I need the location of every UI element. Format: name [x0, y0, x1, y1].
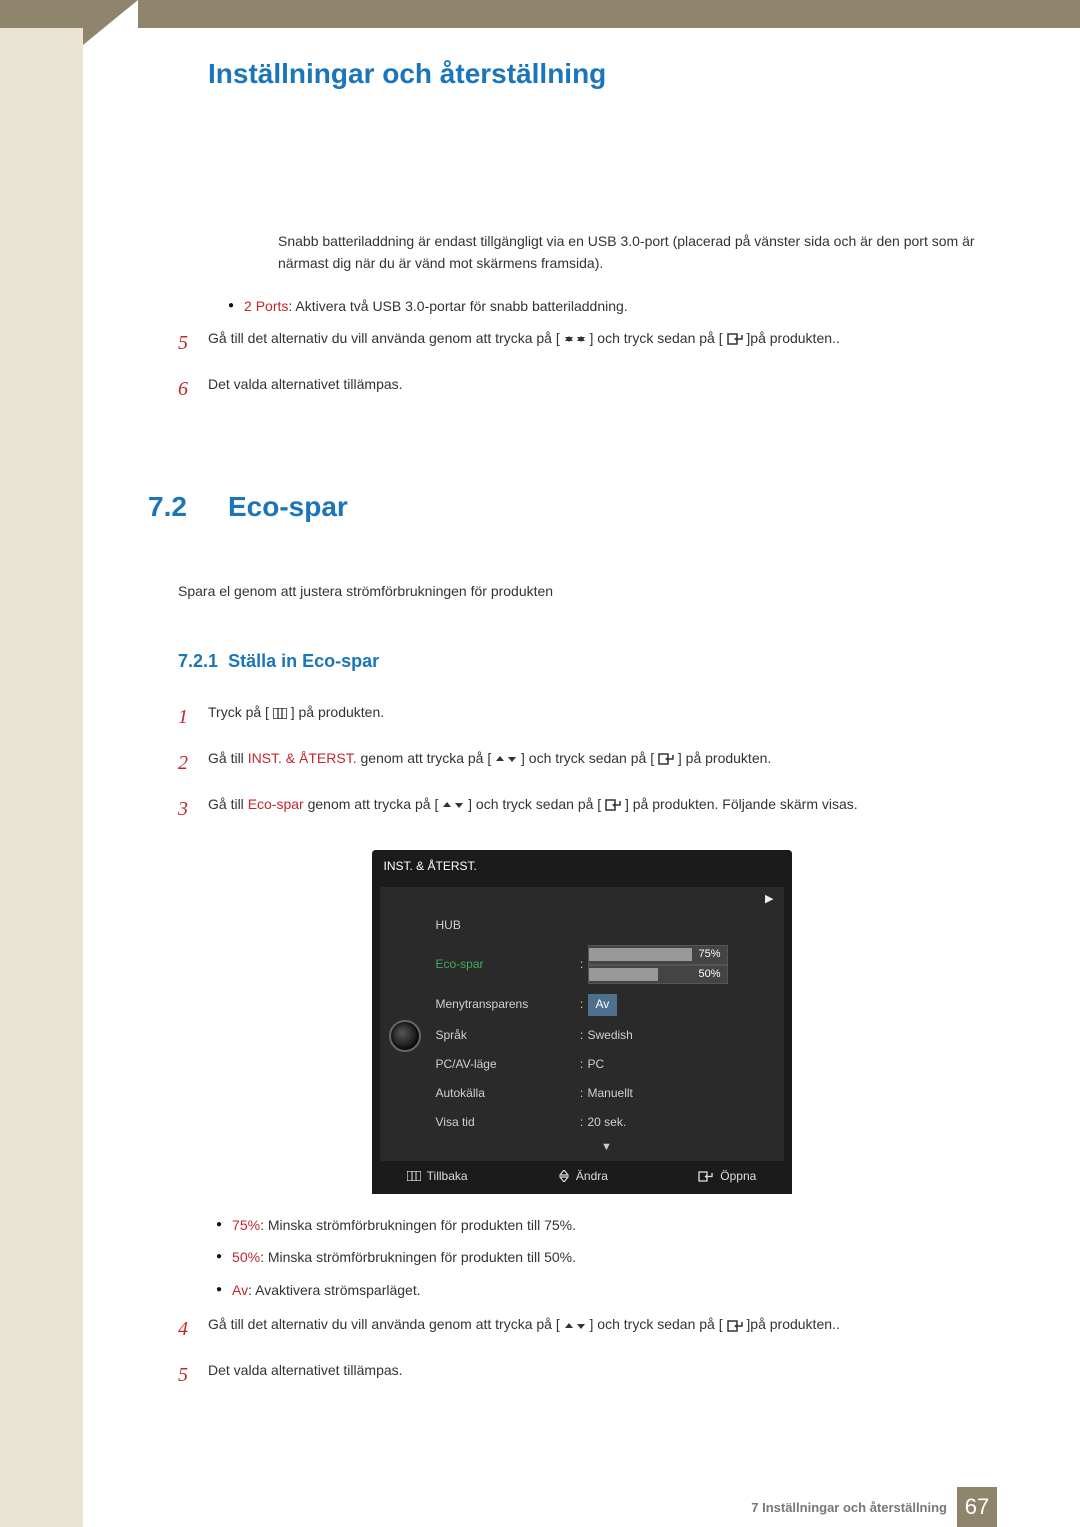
osd-item-hub[interactable]: HUB — [430, 911, 784, 940]
bullet-av: ● Av: Avaktivera strömsparläget. — [216, 1279, 985, 1301]
step-4: 4 Gå till det alternativ du vill använda… — [178, 1313, 985, 1345]
footer: 7 Inställningar och återställning 67 — [0, 1487, 1080, 1527]
menu-icon — [273, 708, 287, 719]
note-text: Snabb batteriladdning är endast tillgäng… — [278, 230, 985, 275]
up-down-icon — [564, 333, 586, 345]
osd-knob-icon — [380, 911, 430, 1161]
updown-icon — [558, 1170, 570, 1182]
section-title: Eco-spar — [228, 485, 348, 530]
step-5b: 5 Det valda alternativet tillämpas. — [178, 1359, 985, 1391]
step-number: 5 — [178, 1359, 208, 1391]
osd-item-pcav[interactable]: PC/AV-läge : PC — [430, 1050, 784, 1079]
bullet-75: ● 75%: Minska strömförbrukningen för pro… — [216, 1214, 985, 1236]
bullet-text: : Aktivera två USB 3.0-portar för snabb … — [288, 298, 627, 314]
bullet-label: 2 Ports — [244, 298, 288, 314]
bullet-2ports: ● 2 Ports: Aktivera två USB 3.0-portar f… — [228, 295, 985, 317]
step-6: 6 Det valda alternativet tillämpas. — [178, 373, 985, 405]
enter-icon — [727, 333, 743, 345]
enter-icon — [698, 1171, 714, 1182]
enter-icon — [658, 753, 674, 765]
bullet-dot-icon: ● — [228, 295, 234, 317]
chapter-tab — [83, 0, 138, 45]
osd-foot-change[interactable]: Ändra — [558, 1167, 608, 1186]
osd-foot-open[interactable]: Öppna — [698, 1167, 756, 1186]
step-number: 2 — [178, 747, 208, 779]
osd-item-autokalla[interactable]: Autokälla : Manuellt — [430, 1079, 784, 1108]
left-margin — [0, 28, 83, 1527]
osd-item-sprak[interactable]: Språk : Swedish — [430, 1021, 784, 1050]
osd-down-arrow-icon: ▼ — [430, 1137, 784, 1161]
osd-right-arrow-icon: ▶ — [380, 887, 784, 911]
bullet-dot-icon: ● — [216, 1246, 222, 1268]
up-down-icon — [495, 753, 517, 765]
osd-title: INST. & ÅTERST. — [372, 850, 792, 883]
enter-icon — [727, 1320, 743, 1332]
step-5: 5 Gå till det alternativ du vill använda… — [178, 327, 985, 359]
step-1: 1 Tryck på [ ] på produkten. — [178, 701, 985, 733]
section-intro: Spara el genom att justera strömförbrukn… — [178, 580, 985, 602]
up-down-icon — [564, 1320, 586, 1332]
osd-panel: INST. & ÅTERST. ▶ HUB Eco-spar : — [372, 850, 792, 1194]
footer-label: 7 Inställningar och återställning — [751, 1500, 947, 1515]
step-2: 2 Gå till INST. & ÅTERST. genom att tryc… — [178, 747, 985, 779]
bullet-50: ● 50%: Minska strömförbrukningen för pro… — [216, 1246, 985, 1268]
page-title: Inställningar och återställning — [208, 58, 985, 90]
section-heading: 7.2 Eco-spar — [148, 485, 985, 530]
step-number: 4 — [178, 1313, 208, 1345]
subsection-heading: 7.2.1 Ställa in Eco-spar — [178, 647, 985, 676]
step-number: 1 — [178, 701, 208, 733]
step-number: 5 — [178, 327, 208, 359]
up-down-icon — [442, 799, 464, 811]
bullet-dot-icon: ● — [216, 1279, 222, 1301]
menu-icon — [407, 1171, 421, 1181]
bullet-dot-icon: ● — [216, 1214, 222, 1236]
step-number: 3 — [178, 793, 208, 825]
enter-icon — [605, 799, 621, 811]
osd-item-visatid[interactable]: Visa tid : 20 sek. — [430, 1108, 784, 1137]
step-3: 3 Gå till Eco-spar genom att trycka på [… — [178, 793, 985, 825]
step-number: 6 — [178, 373, 208, 405]
section-number: 7.2 — [148, 485, 228, 530]
osd-item-eco[interactable]: Eco-spar : 75% 50% — [430, 940, 784, 989]
osd-foot-back[interactable]: Tillbaka — [407, 1167, 468, 1186]
top-bar — [0, 0, 1080, 28]
footer-page-number: 67 — [957, 1487, 997, 1527]
osd-item-menytransparens[interactable]: Menytransparens : Av — [430, 989, 784, 1020]
